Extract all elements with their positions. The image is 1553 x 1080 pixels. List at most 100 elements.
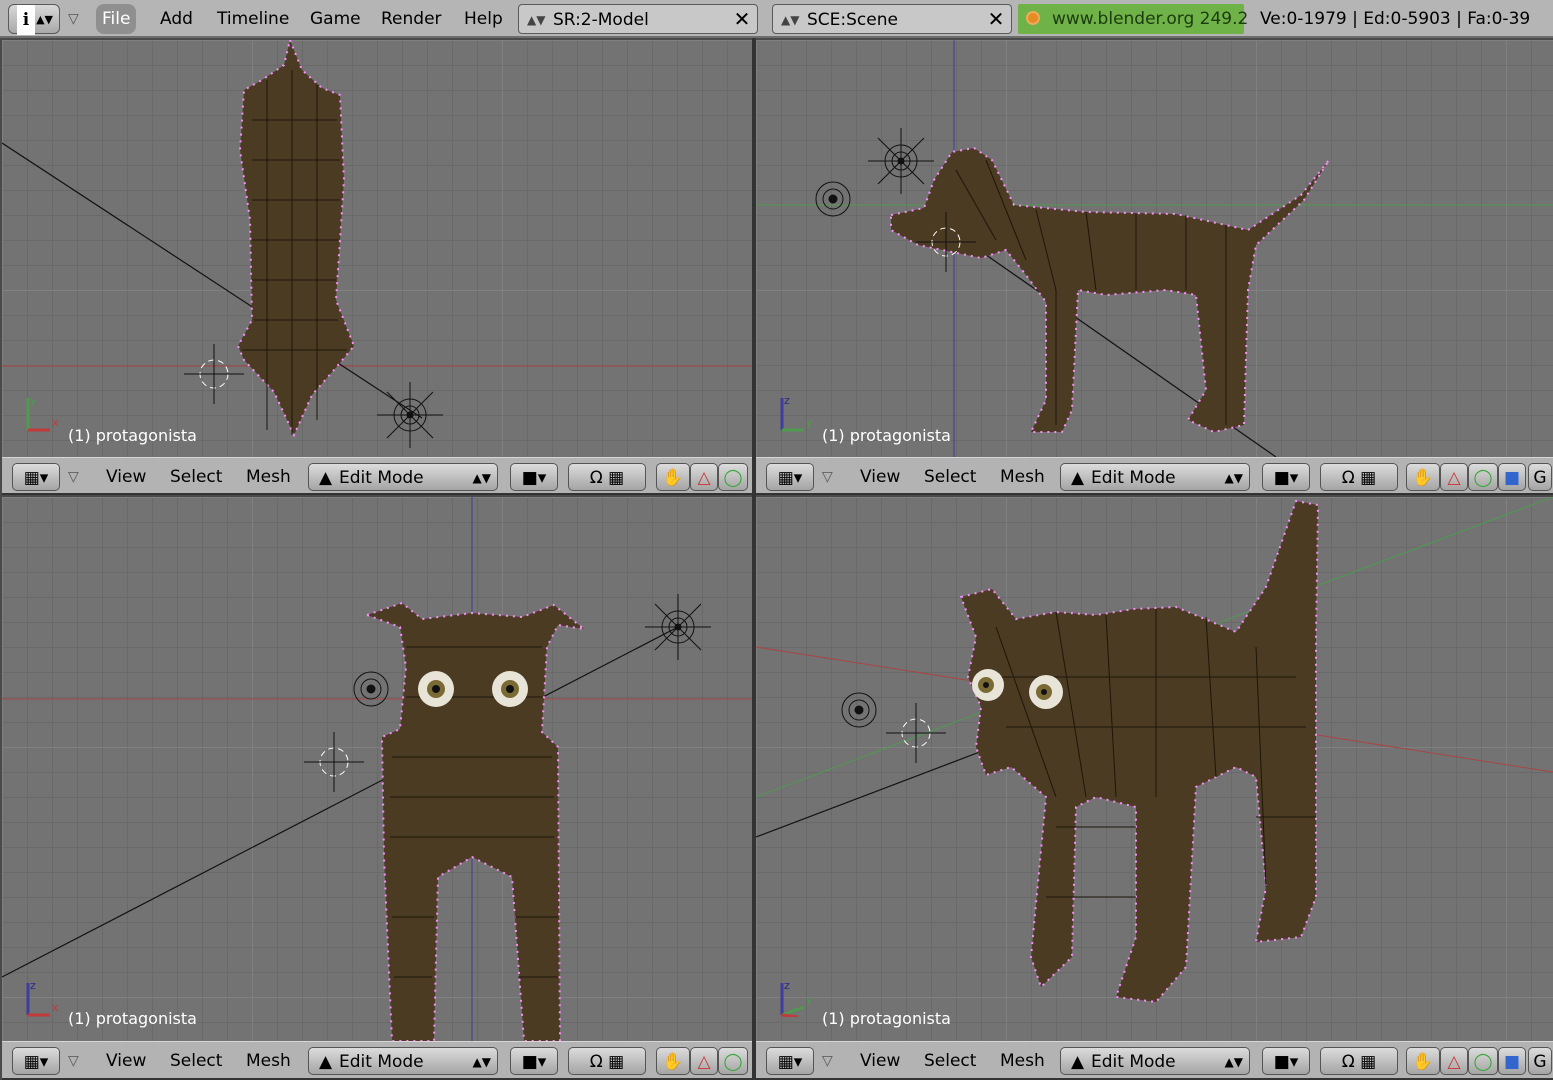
collapse-menu-icon[interactable]: ▽: [68, 463, 90, 491]
mode-selector[interactable]: ▲ Edit Mode ▲▼: [308, 1047, 498, 1075]
active-object-label: (1) protagonista: [822, 1009, 951, 1028]
up-down-icon: ▲▼: [472, 471, 491, 485]
viewport-scene: [2, 40, 752, 448]
menu-mesh[interactable]: Mesh: [1000, 1047, 1045, 1075]
menu-view[interactable]: View: [106, 463, 146, 491]
mode-selector[interactable]: ▲ Edit Mode ▲▼: [1060, 1047, 1250, 1075]
hand-manipulator-icon[interactable]: ✋: [656, 463, 690, 491]
menu-mesh[interactable]: Mesh: [1000, 463, 1045, 491]
menu-timeline[interactable]: Timeline: [211, 4, 295, 34]
mode-label: Edit Mode: [339, 468, 424, 488]
axis-gizmo: y x: [26, 394, 59, 432]
dog-mesh-top-view: [236, 40, 356, 438]
pivot-snap-icons[interactable]: Ω ▦: [568, 1047, 646, 1075]
translate-manipulator-icon[interactable]: △: [690, 1047, 718, 1075]
blender-url-link[interactable]: www.blender.org 249.2: [1018, 4, 1248, 34]
scene-selector[interactable]: ▲▼ SCE:Scene ✕: [772, 4, 1012, 34]
viewport-scene: [756, 40, 1553, 457]
lamp-icon: [377, 382, 443, 448]
camera-target-icon: [353, 671, 389, 707]
translate-manipulator-icon[interactable]: △: [1440, 463, 1468, 491]
edit-mode-icon: ▲: [1071, 1052, 1085, 1072]
grid-editor-icon[interactable]: ▦▾: [12, 463, 60, 491]
rotate-manipulator-icon[interactable]: ◯: [718, 1047, 748, 1075]
axis-gizmo: z y: [780, 394, 813, 432]
mode-selector[interactable]: ▲ Edit Mode ▲▼: [308, 463, 498, 491]
menu-render[interactable]: Render: [375, 4, 448, 34]
menu-select[interactable]: Select: [170, 1047, 222, 1075]
up-down-icon: ▲▼: [36, 13, 53, 26]
edit-mode-icon: ▲: [1071, 468, 1085, 488]
up-down-icon: ▲▼: [781, 13, 800, 27]
translate-manipulator-icon[interactable]: △: [1440, 1047, 1468, 1075]
pivot-snap-icons[interactable]: Ω ▦: [1320, 463, 1398, 491]
editor-type-menu[interactable]: i ▲▼: [8, 4, 60, 35]
menu-game[interactable]: Game: [304, 4, 367, 34]
menu-select[interactable]: Select: [924, 1047, 976, 1075]
viewport-header-bottom-left: ▦▾ ▽ View Select Mesh ▲ Edit Mode ▲▼ ■▾ …: [2, 1041, 752, 1080]
hand-manipulator-icon[interactable]: ✋: [656, 1047, 690, 1075]
active-object-label: (1) protagonista: [68, 1009, 197, 1028]
viewport-scene: [756, 497, 1553, 1004]
rotate-manipulator-icon[interactable]: ◯: [718, 463, 748, 491]
menu-view[interactable]: View: [106, 1047, 146, 1075]
url-text: www.blender.org 249.2: [1052, 9, 1249, 29]
delete-screen-icon[interactable]: ✕: [731, 7, 753, 31]
menu-view[interactable]: View: [860, 463, 900, 491]
3d-cursor-icon: [184, 344, 244, 404]
collapse-menu-icon[interactable]: ▽: [68, 4, 88, 34]
dog-mesh-perspective-view: [959, 499, 1320, 1004]
grid-editor-icon[interactable]: ▦▾: [766, 463, 814, 491]
menu-select[interactable]: Select: [924, 463, 976, 491]
draw-type-icon[interactable]: ■▾: [1262, 1047, 1310, 1075]
screen-name: SR:2-Model: [553, 10, 649, 30]
delete-scene-icon[interactable]: ✕: [985, 7, 1007, 31]
mode-label: Edit Mode: [1091, 468, 1176, 488]
scale-manipulator-icon[interactable]: ■: [1498, 463, 1526, 491]
mode-selector[interactable]: ▲ Edit Mode ▲▼: [1060, 463, 1250, 491]
menu-help[interactable]: Help: [458, 4, 509, 34]
collapse-menu-icon[interactable]: ▽: [822, 1047, 844, 1075]
viewport-header-top-left: ▦▾ ▽ View Select Mesh ▲ Edit Mode ▲▼ ■▾ …: [2, 457, 752, 495]
svg-text:x: x: [52, 416, 59, 429]
collapse-menu-icon[interactable]: ▽: [68, 1047, 90, 1075]
g-button[interactable]: G: [1528, 1047, 1552, 1075]
mode-label: Edit Mode: [1091, 1052, 1176, 1072]
rotate-manipulator-icon[interactable]: ◯: [1468, 1047, 1498, 1075]
g-button[interactable]: G: [1528, 463, 1552, 491]
menu-mesh[interactable]: Mesh: [246, 1047, 291, 1075]
pivot-snap-icons[interactable]: Ω ▦: [568, 463, 646, 491]
svg-text:y: y: [806, 993, 813, 1006]
menu-select[interactable]: Select: [170, 463, 222, 491]
active-object-label: (1) protagonista: [68, 426, 197, 445]
edit-mode-icon: ▲: [319, 1052, 333, 1072]
menu-add[interactable]: Add: [154, 4, 199, 34]
menu-mesh[interactable]: Mesh: [246, 463, 291, 491]
translate-manipulator-icon[interactable]: △: [690, 463, 718, 491]
scale-manipulator-icon[interactable]: ■: [1498, 1047, 1526, 1075]
pivot-snap-icons[interactable]: Ω ▦: [1320, 1047, 1398, 1075]
dog-mesh-side-view: [890, 146, 1330, 434]
hand-manipulator-icon[interactable]: ✋: [1406, 463, 1440, 491]
viewport-top-left[interactable]: y x (1) protagonista: [2, 40, 752, 457]
scene-stats: Ve:0-1979 | Ed:0-5903 | Fa:0-39: [1260, 9, 1531, 29]
menu-file[interactable]: File: [96, 4, 137, 34]
eye-right-icon: [1029, 675, 1063, 709]
3d-cursor-icon: [304, 732, 364, 792]
hand-manipulator-icon[interactable]: ✋: [1406, 1047, 1440, 1075]
vertical-area-divider[interactable]: [752, 38, 756, 1080]
collapse-menu-icon[interactable]: ▽: [822, 463, 844, 491]
draw-type-icon[interactable]: ■▾: [510, 1047, 558, 1075]
rotate-manipulator-icon[interactable]: ◯: [1468, 463, 1498, 491]
menu-view[interactable]: View: [860, 1047, 900, 1075]
viewport-bottom-right[interactable]: z y (1) protagonista: [756, 497, 1553, 1041]
draw-type-icon[interactable]: ■▾: [510, 463, 558, 491]
up-down-icon: ▲▼: [472, 1055, 491, 1069]
screen-selector[interactable]: ▲▼ SR:2-Model ✕: [518, 4, 758, 34]
grid-editor-icon[interactable]: ▦▾: [12, 1047, 60, 1075]
grid-editor-icon[interactable]: ▦▾: [766, 1047, 814, 1075]
viewport-bottom-left[interactable]: z x (1) protagonista: [2, 497, 752, 1041]
viewport-top-right[interactable]: z y (1) protagonista: [756, 40, 1553, 457]
3d-cursor-icon: [886, 703, 946, 763]
draw-type-icon[interactable]: ■▾: [1262, 463, 1310, 491]
